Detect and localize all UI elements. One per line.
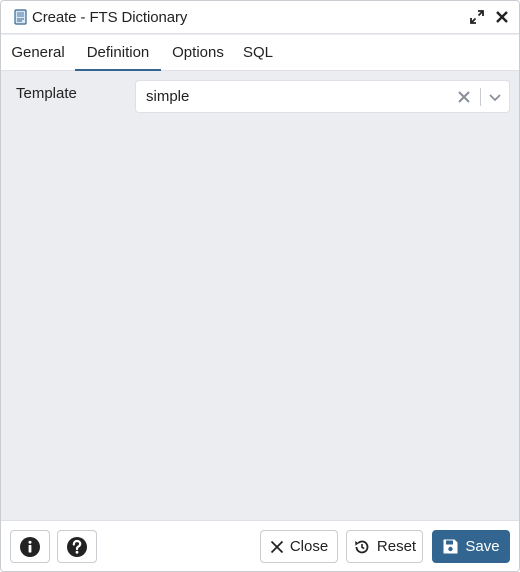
dictionary-icon xyxy=(14,9,27,25)
reset-button[interactable]: Reset xyxy=(346,530,423,563)
tab-definition[interactable]: Definition xyxy=(75,35,161,71)
select-separator xyxy=(480,88,481,106)
close-icon xyxy=(270,540,283,553)
info-button[interactable] xyxy=(10,530,50,563)
tab-options[interactable]: Options xyxy=(167,35,229,71)
dialog-close-button[interactable] xyxy=(492,7,512,27)
tab-sql[interactable]: SQL xyxy=(238,35,278,71)
close-icon xyxy=(496,11,508,23)
help-button[interactable] xyxy=(57,530,97,563)
close-button[interactable]: Close xyxy=(260,530,338,563)
template-label: Template xyxy=(16,85,77,102)
tab-bar: General Definition Options SQL xyxy=(1,35,519,71)
create-fts-dictionary-dialog: Create - FTS Dictionary General Definiti… xyxy=(0,0,520,572)
dialog-footer: Close Reset Save xyxy=(1,520,519,571)
template-select[interactable]: simple xyxy=(135,80,510,113)
reset-button-label: Reset xyxy=(376,538,417,555)
expand-button[interactable] xyxy=(467,7,487,27)
save-button[interactable]: Save xyxy=(432,530,510,563)
save-button-label: Save xyxy=(465,538,500,555)
clear-icon[interactable] xyxy=(457,90,471,104)
expand-icon xyxy=(470,10,484,24)
save-icon xyxy=(443,539,458,554)
chevron-down-icon[interactable] xyxy=(487,89,503,105)
template-select-value: simple xyxy=(146,88,190,105)
definition-panel: Template simple xyxy=(1,72,519,520)
tab-general[interactable]: General xyxy=(7,35,69,71)
help-icon xyxy=(67,536,87,557)
dialog-titlebar[interactable]: Create - FTS Dictionary xyxy=(1,1,519,34)
close-button-label: Close xyxy=(289,538,329,555)
dialog-title: Create - FTS Dictionary xyxy=(32,9,188,26)
reset-icon xyxy=(355,540,369,553)
info-icon xyxy=(20,536,40,557)
